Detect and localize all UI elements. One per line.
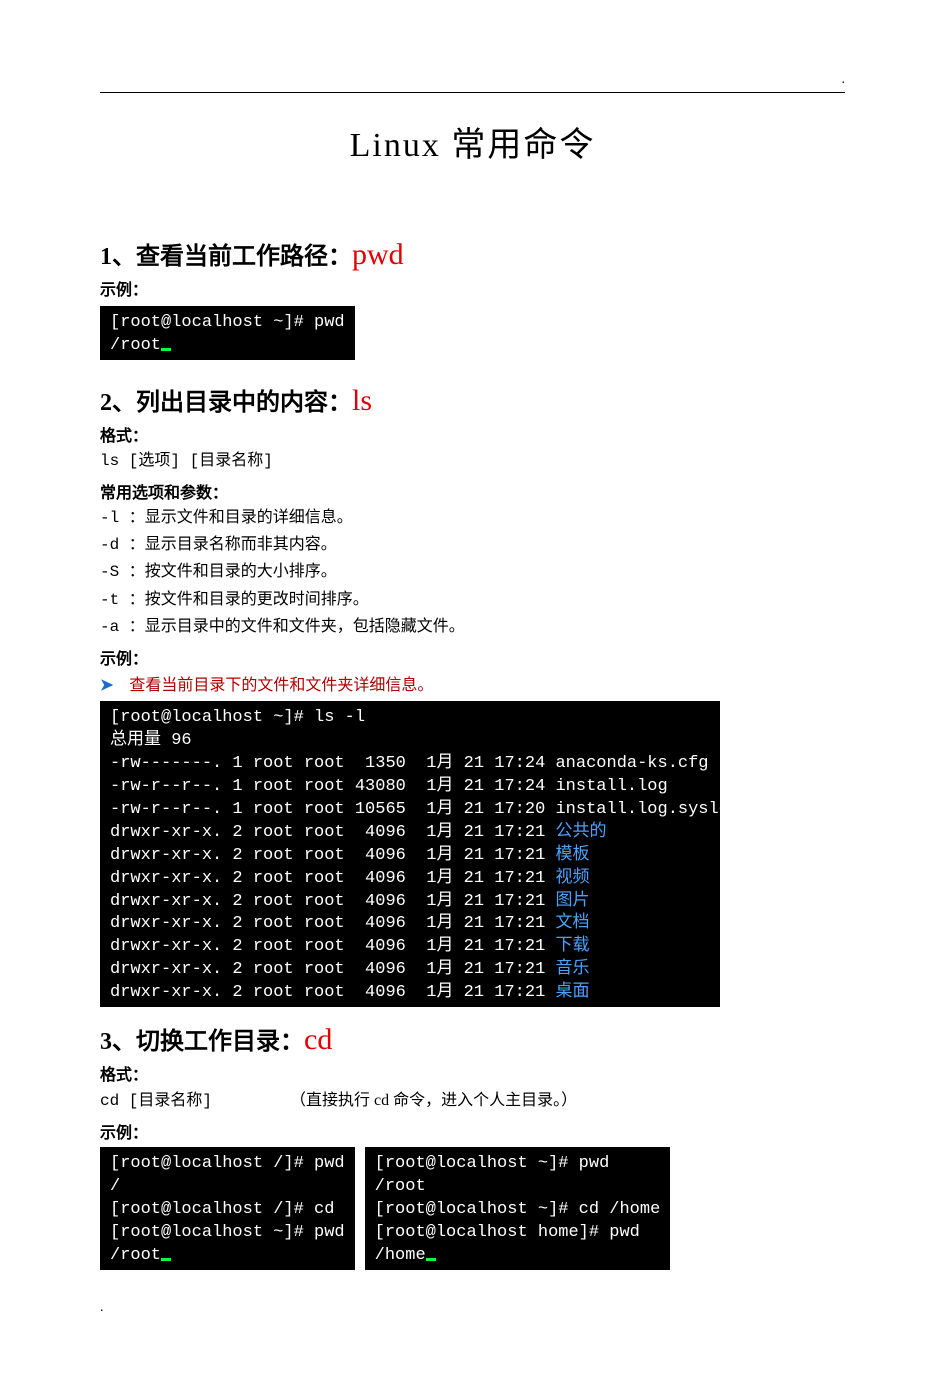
ls-row-name: 公共的 — [555, 822, 606, 845]
ls-row-meta: -rw-r--r--. 1 root root 43080 1月 21 17:2… — [110, 776, 555, 799]
section-2-format-label: 格式： — [100, 422, 845, 446]
ls-row-name: 文档 — [555, 913, 589, 936]
section-1-terminal: [root@localhost ~]# pwd /root — [100, 306, 355, 360]
section-2-prefix: 2、列出目录中的内容： — [100, 390, 352, 416]
option-line: -d ：显示目录名称而非其内容。 — [100, 532, 845, 559]
section-3-two-col: [root@localhost /]# pwd / [root@localhos… — [100, 1147, 845, 1270]
terminal-line: /root — [375, 1176, 661, 1199]
section-2-command: ls — [352, 384, 372, 417]
section-3-format-label: 格式： — [100, 1061, 845, 1085]
ls-row-name: 模板 — [555, 845, 589, 868]
option-line: -t ：按文件和目录的更改时间排序。 — [100, 587, 845, 614]
ls-row-meta: drwxr-xr-x. 2 root root 4096 1月 21 17:21 — [110, 936, 555, 959]
section-3-command: cd — [304, 1023, 332, 1056]
ls-row-meta: drwxr-xr-x. 2 root root 4096 1月 21 17:21 — [110, 913, 555, 936]
section-3-prefix: 3、切换工作目录： — [100, 1029, 304, 1055]
terminal-line: -rw-r--r--. 1 root root 43080 1月 21 17:2… — [110, 776, 710, 799]
top-rule — [100, 92, 845, 93]
page-dot-top: . — [100, 72, 845, 88]
option-line: -a ：显示目录中的文件和文件夹，包括隐藏文件。 — [100, 614, 845, 641]
section-3-example-label: 示例： — [100, 1119, 845, 1143]
terminal-line: drwxr-xr-x. 2 root root 4096 1月 21 17:21… — [110, 891, 710, 914]
terminal-line: drwxr-xr-x. 2 root root 4096 1月 21 17:21… — [110, 959, 710, 982]
section-2-example-label: 示例： — [100, 645, 845, 669]
section-1-heading: 1、查看当前工作路径：pwd — [100, 236, 845, 272]
terminal-line: /root — [110, 1245, 345, 1268]
ls-row-name: install.log.syslog — [555, 799, 739, 822]
section-2-bullet-text: 查看当前目录下的文件和文件夹详细信息。 — [129, 671, 433, 695]
section-2-opts-label: 常用选项和参数： — [100, 479, 845, 503]
section-2-terminal: [root@localhost ~]# ls -l 总用量 96 -rw----… — [100, 701, 720, 1007]
terminal-line: /home — [375, 1245, 661, 1268]
option-line: -S ：按文件和目录的大小排序。 — [100, 559, 845, 586]
terminal-line: [root@localhost ~]# pwd — [375, 1153, 661, 1176]
ls-row-meta: drwxr-xr-x. 2 root root 4096 1月 21 17:21 — [110, 868, 555, 891]
section-3-heading: 3、切换工作目录：cd — [100, 1021, 845, 1057]
cursor-icon — [161, 1258, 171, 1261]
terminal-line: drwxr-xr-x. 2 root root 4096 1月 21 17:21… — [110, 845, 710, 868]
section-3-format-text: cd [目录名称] — [100, 1092, 212, 1110]
arrow-icon: ➤ — [100, 675, 113, 695]
page-dot-bottom: . — [100, 1300, 845, 1316]
terminal-line: 总用量 96 — [110, 730, 710, 753]
section-1-example-label: 示例： — [100, 276, 845, 300]
ls-row-name: 音乐 — [555, 959, 589, 982]
ls-row-meta: drwxr-xr-x. 2 root root 4096 1月 21 17:21 — [110, 891, 555, 914]
section-3-terminal-right: [root@localhost ~]# pwd /root [root@loca… — [365, 1147, 671, 1270]
section-1-command: pwd — [352, 238, 404, 271]
ls-row-meta: -rw-------. 1 root root 1350 1月 21 17:24 — [110, 753, 555, 776]
doc-title: Linux 常用命令 — [100, 117, 845, 166]
ls-row-name: 图片 — [555, 891, 589, 914]
section-3-terminal-left: [root@localhost /]# pwd / [root@localhos… — [100, 1147, 355, 1270]
terminal-line: drwxr-xr-x. 2 root root 4096 1月 21 17:21… — [110, 913, 710, 936]
ls-row-meta: -rw-r--r--. 1 root root 10565 1月 21 17:2… — [110, 799, 555, 822]
terminal-line: [root@localhost ~]# ls -l — [110, 707, 710, 730]
ls-row-meta: drwxr-xr-x. 2 root root 4096 1月 21 17:21 — [110, 822, 555, 845]
terminal-line: / — [110, 1176, 345, 1199]
terminal-line: [root@localhost home]# pwd — [375, 1222, 661, 1245]
cursor-icon — [161, 348, 171, 351]
section-2-bullet: ➤ 查看当前目录下的文件和文件夹详细信息。 — [100, 671, 845, 695]
cursor-icon — [426, 1258, 436, 1261]
section-1-prefix: 1、查看当前工作路径： — [100, 244, 352, 270]
ls-row-meta: drwxr-xr-x. 2 root root 4096 1月 21 17:21 — [110, 982, 555, 1005]
ls-row-name: install.log — [555, 776, 667, 799]
section-3-format-note: （直接执行 cd 命令，进入个人主目录。） — [290, 1092, 577, 1109]
terminal-line: drwxr-xr-x. 2 root root 4096 1月 21 17:21… — [110, 822, 710, 845]
ls-row-meta: drwxr-xr-x. 2 root root 4096 1月 21 17:21 — [110, 959, 555, 982]
ls-row-meta: drwxr-xr-x. 2 root root 4096 1月 21 17:21 — [110, 845, 555, 868]
section-2-heading: 2、列出目录中的内容：ls — [100, 382, 845, 418]
terminal-line: [root@localhost ~]# pwd — [110, 1222, 345, 1245]
section-3-format-row: cd [目录名称] （直接执行 cd 命令，进入个人主目录。） — [100, 1087, 845, 1115]
terminal-line: drwxr-xr-x. 2 root root 4096 1月 21 17:21… — [110, 936, 710, 959]
terminal-line: drwxr-xr-x. 2 root root 4096 1月 21 17:21… — [110, 868, 710, 891]
terminal-line: [root@localhost ~]# cd /home — [375, 1199, 661, 1222]
ls-row-name: 视频 — [555, 868, 589, 891]
terminal-line: [root@localhost ~]# pwd — [110, 312, 345, 335]
ls-row-name: 下载 — [555, 936, 589, 959]
ls-row-name: 桌面 — [555, 982, 589, 1005]
terminal-line: -rw-r--r--. 1 root root 10565 1月 21 17:2… — [110, 799, 710, 822]
terminal-line: -rw-------. 1 root root 1350 1月 21 17:24… — [110, 753, 710, 776]
terminal-line: /root — [110, 335, 345, 358]
terminal-line: [root@localhost /]# cd — [110, 1199, 345, 1222]
option-line: -l ：显示文件和目录的详细信息。 — [100, 505, 845, 532]
ls-row-name: anaconda-ks.cfg — [555, 753, 708, 776]
section-2-format-text: ls [选项] [目录名称] — [100, 448, 845, 475]
terminal-line: [root@localhost /]# pwd — [110, 1153, 345, 1176]
terminal-line: drwxr-xr-x. 2 root root 4096 1月 21 17:21… — [110, 982, 710, 1005]
